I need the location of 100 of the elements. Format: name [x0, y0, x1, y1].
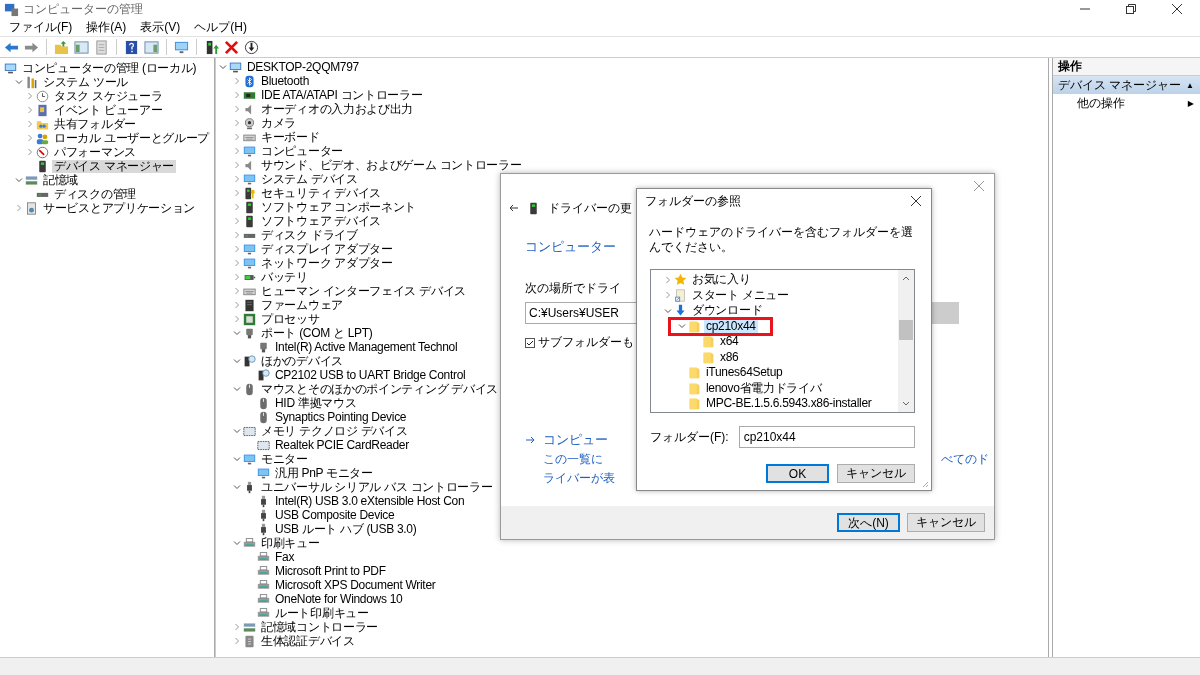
tree-item[interactable]: ネットワーク アダプター: [259, 256, 395, 270]
help-icon[interactable]: [124, 39, 139, 55]
tree-item[interactable]: Microsoft Print to PDF: [273, 564, 388, 578]
resize-grip-icon[interactable]: [921, 480, 929, 488]
chevron-down-icon[interactable]: [14, 175, 24, 185]
menu-item[interactable]: ファイル(F): [2, 18, 80, 36]
chevron-right-icon[interactable]: [232, 300, 242, 310]
tree-item[interactable]: iTunes64Setup: [704, 366, 785, 380]
tree-item[interactable]: HID 準拠マウス: [273, 396, 359, 410]
properties-icon[interactable]: [94, 39, 109, 55]
tree-item[interactable]: お気に入り: [690, 273, 753, 287]
chevron-right-icon[interactable]: [232, 286, 242, 296]
folder-list[interactable]: お気に入り スタート メニュー ダウンロード cp210x44 x64 x86 iTunes64Setup lenovo省電力ドライバ MPC-BE.1.5.6.5943.x86-installer: [650, 269, 915, 413]
tree-item[interactable]: ディスク ドライブ: [259, 228, 360, 242]
cancel-button[interactable]: キャンセル: [907, 513, 985, 532]
chevron-down-icon[interactable]: [232, 356, 242, 366]
tree-item[interactable]: ソフトウェア デバイス: [259, 214, 384, 228]
ok-button[interactable]: OK: [766, 464, 829, 483]
action-item[interactable]: 他の操作 ▶: [1053, 94, 1200, 112]
tree-item[interactable]: Synaptics Pointing Device: [273, 410, 409, 424]
browse-list-link[interactable]: コンピュー: [543, 431, 608, 449]
tree-item[interactable]: パフォーマンス: [52, 145, 138, 159]
monitor-icon[interactable]: [174, 39, 189, 55]
chevron-right-icon[interactable]: [232, 258, 242, 268]
chevron-right-icon[interactable]: [663, 290, 673, 301]
tree-item[interactable]: x86: [718, 350, 741, 364]
chevron-right-icon[interactable]: [232, 160, 242, 170]
tree-item[interactable]: プロセッサ: [259, 312, 322, 326]
tree-item[interactable]: システム ツール: [41, 75, 130, 89]
action-section-header[interactable]: デバイス マネージャー ▲: [1053, 76, 1200, 94]
up-folder-icon[interactable]: [54, 39, 69, 55]
tree-item[interactable]: CP2102 USB to UART Bridge Control: [273, 368, 468, 382]
chevron-down-icon[interactable]: [232, 426, 242, 436]
chevron-down-icon[interactable]: [232, 384, 242, 394]
tree-item[interactable]: 記憶域: [41, 173, 81, 187]
restore-icon[interactable]: [1126, 4, 1136, 14]
tree-item[interactable]: ディスクの管理: [52, 187, 138, 201]
menu-item[interactable]: 操作(A): [79, 18, 134, 36]
chevron-down-icon[interactable]: [232, 328, 242, 338]
tree-item[interactable]: MPC-BE.1.5.6.5943.x86-installer: [704, 397, 874, 411]
chevron-right-icon[interactable]: [232, 622, 242, 632]
update-driver-icon[interactable]: [204, 39, 219, 55]
tree-item[interactable]: Realtek PCIE CardReader: [273, 438, 411, 452]
tree-item[interactable]: x64: [718, 335, 741, 349]
back-arrow-icon[interactable]: [509, 203, 519, 213]
chevron-right-icon[interactable]: [232, 230, 242, 240]
chevron-right-icon[interactable]: [232, 244, 242, 254]
tree-item[interactable]: OneNote for Windows 10: [273, 592, 405, 606]
tree-item[interactable]: システム デバイス: [259, 172, 360, 186]
chevron-right-icon[interactable]: [232, 636, 242, 646]
chevron-right-icon[interactable]: [232, 174, 242, 184]
chevron-right-icon[interactable]: [232, 272, 242, 282]
tree-item[interactable]: Fax: [273, 550, 297, 564]
tree-item[interactable]: コンピューター: [259, 144, 345, 158]
tree-item[interactable]: cp210x44: [704, 319, 758, 333]
chevron-down-icon[interactable]: [232, 538, 242, 548]
tree-item[interactable]: ソフトウェア コンポーネント: [259, 200, 419, 214]
tree-item[interactable]: Bluetooth: [259, 74, 311, 88]
tree-item[interactable]: IDE ATA/ATAPI コントローラー: [259, 88, 425, 102]
chevron-right-icon[interactable]: [232, 104, 242, 114]
tree-item[interactable]: サウンド、ビデオ、およびゲーム コントローラー: [259, 158, 524, 172]
tree-item[interactable]: Microsoft XPS Document Writer: [273, 578, 438, 592]
tree-item[interactable]: ダウンロード: [690, 304, 765, 318]
close-icon[interactable]: [1172, 4, 1182, 14]
tree-item[interactable]: キーボード: [259, 130, 322, 144]
chevron-right-icon[interactable]: [14, 203, 24, 213]
chevron-right-icon[interactable]: [232, 118, 242, 128]
tree-item[interactable]: メモリ テクノロジ デバイス: [259, 424, 410, 438]
tree-item[interactable]: 汎用 PnP モニター: [273, 466, 375, 480]
chevron-right-icon[interactable]: [232, 314, 242, 324]
tree-item[interactable]: ファームウェア: [259, 298, 345, 312]
tree-item[interactable]: ほかのデバイス: [259, 354, 345, 368]
tree-item[interactable]: サービスとアプリケーション: [41, 201, 198, 215]
tree-item[interactable]: マウスとそのほかのポインティング デバイス: [259, 382, 501, 396]
chevron-right-icon[interactable]: [232, 188, 242, 198]
chevron-right-icon[interactable]: [25, 105, 35, 115]
next-button[interactable]: 次へ(N): [837, 513, 900, 532]
tree-item[interactable]: ユニバーサル シリアル バス コントローラー: [259, 480, 495, 494]
tree-item[interactable]: DESKTOP-2QQM797: [245, 60, 361, 74]
menu-item[interactable]: ヘルプ(H): [187, 18, 254, 36]
tree-item[interactable]: バッテリ: [259, 270, 310, 284]
console-tree-icon[interactable]: [74, 39, 89, 55]
tree-item[interactable]: コンピューターの管理 (ローカル): [20, 61, 199, 75]
download-circle-icon[interactable]: [244, 39, 259, 55]
tree-item[interactable]: USB Composite Device: [273, 508, 397, 522]
tree-item[interactable]: ヒューマン インターフェイス デバイス: [259, 284, 468, 298]
chevron-right-icon[interactable]: [232, 132, 242, 142]
tree-item[interactable]: 生体認証デバイス: [259, 634, 357, 648]
tree-item[interactable]: オーディオの入力および出力: [259, 102, 416, 116]
chevron-right-icon[interactable]: [232, 216, 242, 226]
chevron-down-icon[interactable]: [218, 62, 228, 72]
chevron-right-icon[interactable]: [25, 91, 35, 101]
chevron-right-icon[interactable]: [232, 90, 242, 100]
chevron-right-icon[interactable]: [232, 202, 242, 212]
tree-item[interactable]: イベント ビューアー: [52, 103, 165, 117]
tree-item[interactable]: ルート印刷キュー: [273, 606, 371, 620]
chevron-right-icon[interactable]: [232, 76, 242, 86]
cancel-button[interactable]: キャンセル: [837, 464, 915, 483]
checkbox[interactable]: [525, 337, 535, 348]
chevron-right-icon[interactable]: [25, 133, 35, 143]
